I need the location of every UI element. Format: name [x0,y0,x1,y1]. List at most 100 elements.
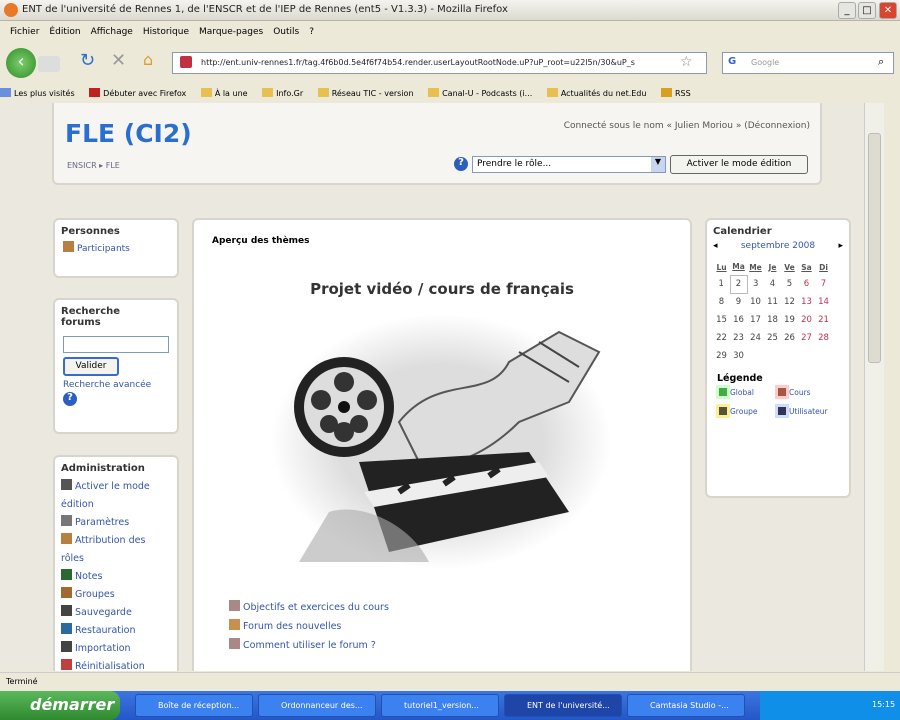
section-title: Aperçu des thèmes [212,236,310,246]
admin-item-groups[interactable]: Groupes [61,586,171,604]
course-objectives-link[interactable]: Objectifs et exercices du cours [229,598,389,617]
calendar-day[interactable]: 28 [815,329,832,347]
search-input[interactable]: Google [722,52,894,74]
legend-user[interactable]: Utilisateur [775,404,837,418]
calendar-day[interactable]: 20 [798,311,815,329]
calendar-day[interactable]: 8 [713,293,730,311]
advanced-search-link[interactable]: Recherche avancée [63,380,169,390]
maximize-button[interactable]: □ [858,2,876,19]
calendar-day[interactable]: 11 [764,293,781,311]
bookmark-rss[interactable]: RSS [661,88,691,98]
news-forum-link[interactable]: Forum des nouvelles [229,617,389,636]
calendar-day[interactable]: 22 [713,329,730,347]
admin-item-settings[interactable]: Paramètres [61,514,171,532]
forum-search-input[interactable] [63,336,169,353]
admin-item-reset[interactable]: Réinitialisation [61,658,171,671]
calendar-day[interactable]: 26 [781,329,798,347]
task-camtasia[interactable]: Camtasia Studio -... [627,694,745,717]
prev-month-button[interactable]: ◂ [713,241,718,251]
next-month-button[interactable]: ▸ [838,241,843,251]
breadcrumb-home[interactable]: ENSICR [67,161,97,170]
bookmark-info[interactable]: Info.Gr [262,88,303,98]
legend-course[interactable]: Cours [775,385,837,399]
legend-global[interactable]: Global [716,385,778,399]
menu-file[interactable]: Fichier [10,27,39,37]
bookmarks-toolbar: Les plus visités Débuter avec Firefox À … [0,84,900,103]
status-bar: Terminé [0,672,900,691]
task-inbox[interactable]: Boîte de réception... [135,694,253,717]
start-button[interactable]: démarrer [0,691,120,720]
admin-item-grades[interactable]: Notes [61,568,171,586]
task-firefox[interactable]: ENT de l'université... [504,694,622,717]
url-bar[interactable]: http://ent.univ-rennes1.fr/tag.4f6b0d.5e… [172,52,707,74]
menu-history[interactable]: Historique [143,27,189,37]
reload-icon[interactable]: ↻ [80,50,95,71]
calendar-day[interactable]: 1 [713,275,730,293]
help-icon[interactable]: ? [63,392,77,406]
calendar-day[interactable]: 21 [815,311,832,329]
task-scheduler[interactable]: Ordonnanceur des... [258,694,376,717]
calendar-day[interactable]: 30 [730,347,747,365]
calendar-day[interactable]: 12 [781,293,798,311]
bookmark-star-icon[interactable]: ☆ [680,54,693,70]
calendar-day[interactable]: 25 [764,329,781,347]
admin-item-import[interactable]: Importation [61,640,171,658]
forward-button[interactable] [38,56,60,72]
reset-icon [61,659,72,670]
help-icon[interactable]: ? [454,157,468,171]
calendar-day[interactable]: 6 [798,275,815,293]
calendar-day[interactable]: 24 [747,329,764,347]
bookmark-getting-started[interactable]: Débuter avec Firefox [89,88,186,98]
admin-item-roles[interactable]: Attribution des rôles [61,532,171,568]
admin-item-backup[interactable]: Sauvegarde [61,604,171,622]
menu-help[interactable]: ? [309,27,314,37]
forum-howto-link[interactable]: Comment utiliser le forum ? [229,636,389,655]
calendar-day[interactable]: 3 [747,275,764,293]
task-tutorial[interactable]: tutoriel1_version... [381,694,499,717]
firefox-icon [4,3,18,17]
admin-item-restore[interactable]: Restauration [61,622,171,640]
bookmark-most-visited[interactable]: Les plus visités [0,88,75,98]
calendar-day[interactable]: 29 [713,347,730,365]
calendar-day[interactable]: 23 [730,329,747,347]
bookmark-canal-u[interactable]: Canal-U - Podcasts (i... [428,88,532,98]
calendar-day[interactable]: 15 [713,311,730,329]
vertical-scrollbar[interactable] [864,103,884,671]
calendar-day[interactable]: 9 [730,293,747,311]
back-button[interactable]: ‹ [6,48,36,78]
calendar-day[interactable]: 7 [815,275,832,293]
menu-edit[interactable]: Édition [49,27,80,37]
calendar-month[interactable]: septembre 2008 [741,241,815,251]
stop-icon[interactable]: ✕ [111,50,126,71]
scrollbar-thumb[interactable] [868,133,881,363]
calendar-day[interactable]: 10 [747,293,764,311]
calendar-day[interactable]: 16 [730,311,747,329]
calendar-day[interactable]: 2 [729,274,748,294]
home-icon[interactable]: ⌂ [143,50,153,69]
login-info[interactable]: Connecté sous le nom « Julien Moriou » (… [564,121,810,131]
menu-bookmarks[interactable]: Marque-pages [199,27,263,37]
bookmark-reseau-tic[interactable]: Réseau TIC - version [317,88,414,98]
calendar-day[interactable]: 27 [798,329,815,347]
calendar-day[interactable]: 13 [798,293,815,311]
admin-item-edit-mode[interactable]: Activer le mode édition [61,478,171,514]
search-submit-button[interactable]: Valider [63,357,119,376]
legend-group[interactable]: Groupe [716,404,778,418]
toggle-edit-mode-button[interactable]: Activer le mode édition [670,155,808,174]
calendar-day[interactable]: 18 [764,311,781,329]
menu-tools[interactable]: Outils [273,27,299,37]
calendar-day[interactable]: 14 [815,293,832,311]
role-select[interactable]: Prendre le rôle... ▼ [472,156,666,173]
bookmark-headlines[interactable]: À la une [200,88,248,98]
close-button[interactable]: ✕ [879,2,897,19]
menu-view[interactable]: Affichage [91,27,133,37]
calendar-day[interactable]: 5 [781,275,798,293]
search-magnifier-icon[interactable]: ⌕ [878,55,884,69]
menu-bar: Fichier Édition Affichage Historique Marque-… [0,22,900,42]
calendar-day[interactable]: 19 [781,311,798,329]
minimize-button[interactable]: _ [838,2,856,19]
calendar-day[interactable]: 4 [764,275,781,293]
calendar-day[interactable]: 17 [747,311,764,329]
bookmark-actualites[interactable]: Actualités du net.Edu [546,88,646,98]
participants-link[interactable]: Participants [55,241,177,254]
